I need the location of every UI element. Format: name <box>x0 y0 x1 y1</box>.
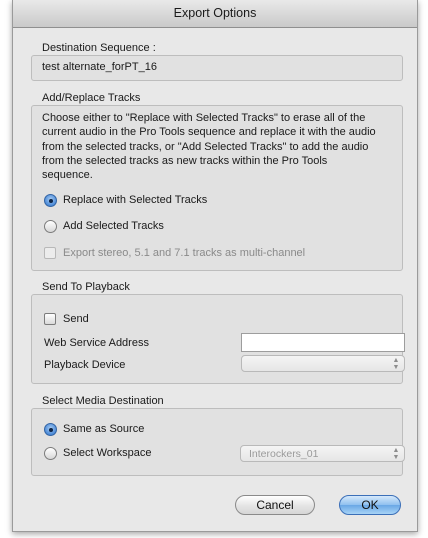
select-workspace-radio[interactable] <box>44 447 57 460</box>
cancel-button[interactable]: Cancel <box>235 495 315 515</box>
export-options-dialog: Export Options Destination Sequence : te… <box>12 0 418 532</box>
multichannel-label: Export stereo, 5.1 and 7.1 tracks as mul… <box>63 247 306 259</box>
add-replace-tracks-label: Add/Replace Tracks <box>42 92 141 104</box>
destination-sequence-label: Destination Sequence : <box>42 42 156 54</box>
web-service-address-label: Web Service Address <box>44 337 149 349</box>
select-workspace-label: Select Workspace <box>63 447 152 459</box>
playback-device-label: Playback Device <box>44 359 126 371</box>
send-to-playback-label: Send To Playback <box>42 281 130 293</box>
dialog-title: Export Options <box>13 0 417 28</box>
web-service-address-field[interactable] <box>241 333 405 352</box>
workspace-value: Interockers_01 <box>249 448 319 460</box>
same-as-source-radio[interactable] <box>44 423 57 436</box>
send-checkbox[interactable] <box>44 313 56 325</box>
playback-device-popup[interactable]: ▲ ▼ <box>241 355 405 372</box>
send-label: Send <box>63 313 89 325</box>
send-to-playback-group: Send Web Service Address Playback Device… <box>31 294 405 384</box>
replace-tracks-label: Replace with Selected Tracks <box>63 194 208 206</box>
description-line: from the selected tracks as new tracks w… <box>42 154 328 167</box>
multichannel-checkbox <box>44 247 56 259</box>
description-line: sequence. <box>42 169 93 182</box>
popup-arrows-icon: ▲ ▼ <box>392 357 400 371</box>
same-as-source-label: Same as Source <box>63 423 145 435</box>
media-destination-label: Select Media Destination <box>42 395 164 407</box>
add-tracks-radio[interactable] <box>44 220 57 233</box>
description-line: from the selected tracks, or "Add Select… <box>42 140 369 153</box>
description-line: Choose either to "Replace with Selected … <box>42 112 366 124</box>
ok-button[interactable]: OK <box>339 495 401 515</box>
add-replace-description: Choose either to "Replace with Selected … <box>42 111 376 182</box>
popup-arrows-icon: ▲ ▼ <box>392 447 400 461</box>
destination-sequence-value: test alternate_forPT_16 <box>42 61 157 73</box>
destination-sequence-box: test alternate_forPT_16 <box>31 55 403 81</box>
media-destination-group: Same as Source Select Workspace Interock… <box>31 408 405 476</box>
add-tracks-label: Add Selected Tracks <box>63 220 164 232</box>
add-replace-tracks-group: Choose either to "Replace with Selected … <box>31 105 403 271</box>
description-line: current audio in the Pro Tools sequence … <box>42 126 376 139</box>
replace-tracks-radio[interactable] <box>44 194 57 207</box>
workspace-popup[interactable]: Interockers_01 ▲ ▼ <box>240 445 405 462</box>
